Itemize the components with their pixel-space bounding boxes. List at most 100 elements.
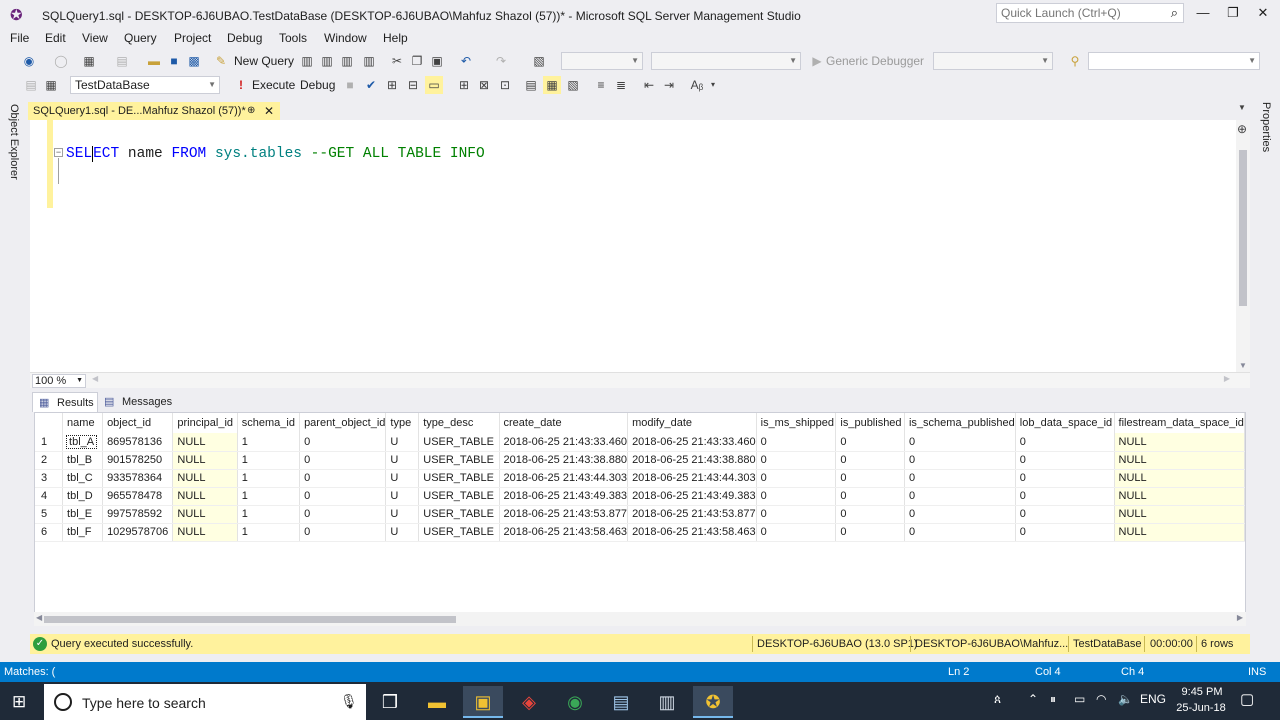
table-cell[interactable]: 2018-06-25 21:43:44.303	[499, 469, 629, 488]
table-cell[interactable]: NULL	[172, 469, 238, 488]
windows-start-icon[interactable]: ⊞	[12, 692, 26, 712]
new-query-button[interactable]: New Query	[234, 54, 294, 68]
table-cell[interactable]: USER_TABLE	[418, 505, 500, 524]
table-cell[interactable]: USER_TABLE	[418, 469, 500, 488]
ssms-taskbar-icon[interactable]: ✪	[693, 686, 733, 718]
table-cell[interactable]: 965578478	[102, 487, 174, 506]
table-cell[interactable]: 2018-06-25 21:43:38.880	[627, 451, 757, 470]
app-icon[interactable]: ▥	[647, 686, 687, 718]
table-cell[interactable]: NULL	[1114, 433, 1245, 452]
execute-button[interactable]: Execute	[252, 78, 295, 92]
new-query-icon[interactable]: ✎	[212, 52, 230, 70]
table-cell[interactable]: 2018-06-25 21:43:58.463	[627, 523, 757, 542]
table-cell[interactable]: 2018-06-25 21:43:38.880	[499, 451, 629, 470]
table-cell[interactable]: U	[385, 451, 420, 470]
table-cell[interactable]: 997578592	[102, 505, 174, 524]
table-cell[interactable]: 0	[835, 433, 905, 452]
pin-icon[interactable]: ⊕	[247, 102, 255, 120]
col-header[interactable]: is_ms_shipped	[756, 413, 837, 433]
actual-plan-icon[interactable]: ⊞	[455, 76, 473, 94]
table-cell[interactable]: 0	[835, 505, 905, 524]
taskbar-search-box[interactable]: Type here to search 🎙	[44, 684, 366, 720]
query-options-icon[interactable]: ⊟	[404, 76, 422, 94]
zoom-combo[interactable]: 100 % ▼	[32, 374, 86, 388]
table-cell[interactable]: NULL	[1114, 451, 1245, 470]
close-window-button[interactable]: ✕	[1250, 5, 1276, 23]
change-connection-icon[interactable]: ▦	[42, 76, 60, 94]
save-icon[interactable]: ■	[165, 52, 183, 70]
sql-editor[interactable]: − SELECT name FROM sys.tables --GET ALL …	[30, 120, 1250, 372]
table-cell[interactable]: 2018-06-25 21:43:49.383	[499, 487, 629, 506]
table-cell[interactable]: 2018-06-25 21:43:33.460	[627, 433, 757, 452]
row-number[interactable]: 5	[35, 505, 64, 524]
menu-query[interactable]: Query	[124, 31, 157, 45]
table-cell[interactable]: NULL	[172, 523, 238, 542]
back-icon[interactable]: ◉	[20, 52, 38, 70]
table-cell[interactable]: 0	[756, 433, 837, 452]
platform-combo[interactable]: ▼	[651, 52, 801, 70]
table-cell[interactable]: 1	[237, 433, 301, 452]
table-cell[interactable]: NULL	[1114, 505, 1245, 524]
table-cell[interactable]: 0	[835, 487, 905, 506]
col-header[interactable]: lob_data_space_id	[1015, 413, 1115, 433]
doc-tab-sqlquery1[interactable]: SQLQuery1.sql - DE...Mahfuz Shazol (57))…	[28, 102, 280, 120]
table-cell[interactable]: 1	[237, 451, 301, 470]
tab-results[interactable]: ▦ Results	[32, 392, 98, 412]
media-icon[interactable]: ⏸	[1050, 692, 1056, 707]
table-cell[interactable]: USER_TABLE	[418, 487, 500, 506]
quick-launch-input[interactable]	[997, 4, 1157, 22]
table-cell[interactable]: 869578136	[102, 433, 174, 452]
table-cell[interactable]: 0	[756, 505, 837, 524]
table-row[interactable]: 5 tbl_E 997578592 NULL 1 0 U USER_TABLE 2018-06-…	[35, 505, 1245, 524]
table-cell[interactable]: USER_TABLE	[418, 433, 500, 452]
table-cell[interactable]: 2018-06-25 21:43:53.877	[499, 505, 629, 524]
search-icon[interactable]: ⌕	[1171, 5, 1178, 21]
uncomment-lines-icon[interactable]: ≣	[612, 76, 630, 94]
file-explorer-icon[interactable]: ▬	[417, 686, 457, 718]
table-cell[interactable]: 1029578706	[102, 523, 174, 542]
col-header[interactable]: create_date	[499, 413, 629, 433]
scroll-left-icon[interactable]: ◀	[36, 613, 42, 622]
scroll-thumb[interactable]	[1239, 150, 1247, 306]
debug-button[interactable]: Debug	[300, 78, 335, 92]
intellisense-icon[interactable]: ▭	[425, 76, 443, 94]
table-cell[interactable]: NULL	[172, 433, 238, 452]
table-cell[interactable]: 0	[299, 505, 387, 524]
results-grid[interactable]: name object_id principal_id schema_id pa…	[34, 412, 1246, 616]
maximize-button[interactable]: ❐	[1220, 5, 1246, 23]
comment-lines-icon[interactable]: ≡	[592, 76, 610, 94]
redo-icon[interactable]: ↷	[492, 52, 510, 70]
sql-code-line[interactable]: SELECT name FROM sys.tables --GET ALL TA…	[66, 146, 485, 162]
properties-tab[interactable]: Properties	[1252, 98, 1280, 658]
menu-edit[interactable]: Edit	[45, 31, 66, 45]
wifi-icon[interactable]: ◠	[1096, 692, 1106, 706]
table-cell[interactable]: 0	[835, 523, 905, 542]
table-cell[interactable]: 1	[237, 505, 301, 524]
table-cell[interactable]: 0	[904, 487, 1016, 506]
menu-debug[interactable]: Debug	[227, 31, 262, 45]
table-cell[interactable]: 0	[756, 451, 837, 470]
table-row[interactable]: 6 tbl_F 1029578706 NULL 1 0 U USER_TABLE 2018-06…	[35, 523, 1245, 542]
table-cell[interactable]: 933578364	[102, 469, 174, 488]
menu-project[interactable]: Project	[174, 31, 211, 45]
table-cell[interactable]: NULL	[1114, 469, 1245, 488]
table-cell[interactable]: 0	[299, 523, 387, 542]
row-number[interactable]: 6	[35, 523, 64, 542]
scroll-right-icon[interactable]: ▶	[1237, 613, 1243, 622]
microphone-icon[interactable]: 🎙	[340, 693, 358, 710]
table-cell[interactable]: NULL	[1114, 487, 1245, 506]
results-file-icon[interactable]: ▧	[564, 76, 582, 94]
table-cell[interactable]: 0	[1015, 523, 1115, 542]
table-cell[interactable]: tbl_B	[62, 451, 104, 470]
table-cell[interactable]: tbl_D	[62, 487, 104, 506]
table-cell[interactable]: 0	[1015, 469, 1115, 488]
table-cell[interactable]: 0	[904, 523, 1016, 542]
table-cell[interactable]: U	[385, 469, 420, 488]
table-cell[interactable]: U	[385, 487, 420, 506]
debugger-target-combo[interactable]: ▼	[933, 52, 1053, 70]
hscroll-thumb[interactable]	[44, 616, 456, 623]
find-combo[interactable]: ▼	[1088, 52, 1260, 70]
clock-date[interactable]: 25-Jun-18	[1176, 702, 1226, 714]
menu-help[interactable]: Help	[383, 31, 408, 45]
table-row[interactable]: 4 tbl_D 965578478 NULL 1 0 U USER_TABLE 2018-06-…	[35, 487, 1245, 506]
